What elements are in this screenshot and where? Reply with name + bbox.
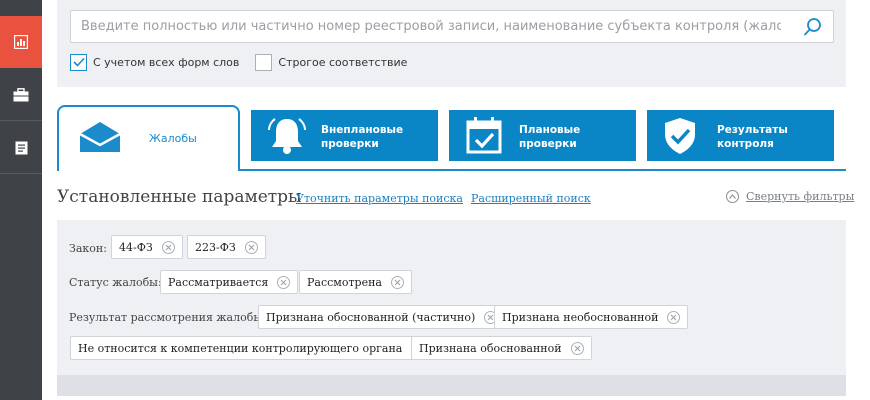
filter-chip-label: Признана необоснованной [502, 310, 659, 324]
sidebar-item-cases[interactable] [0, 69, 42, 121]
applied-filters-panel: Закон: 44-ФЗ 223-ФЗ Статус жалобы: Рассм… [57, 220, 846, 396]
remove-filter-icon[interactable] [570, 341, 584, 355]
checkmark-icon [72, 57, 85, 67]
strict-match-label: Строгое соответствие [278, 55, 408, 69]
report-icon [14, 35, 28, 49]
params-title: Установленные параметры [57, 187, 302, 207]
filter-panel-footer [57, 375, 846, 396]
tab-results-label: Результаты контроля [717, 124, 788, 150]
filter-chip-label: Рассмотрена [307, 275, 382, 289]
refine-search-link[interactable]: Уточнить параметры поиска [296, 192, 463, 205]
left-sidebar [0, 0, 42, 400]
remove-filter-icon[interactable] [161, 240, 175, 254]
shield-check-icon [665, 118, 695, 154]
filter-chip: 223-ФЗ [187, 235, 266, 259]
law-filter-label: Закон: [69, 242, 107, 255]
all-word-forms-checkbox[interactable] [70, 53, 87, 71]
briefcase-icon [13, 87, 29, 101]
tab-complaints-label: Жалобы [149, 132, 197, 145]
chevron-up-icon [726, 190, 739, 203]
filter-chip: Не относится к компетенции контролирующе… [70, 336, 433, 360]
filter-chip-label: Рассматривается [168, 275, 269, 289]
status-filter-label: Статус жалобы: [69, 276, 162, 289]
filter-chip-label: Не относится к компетенции контролирующе… [78, 341, 403, 355]
search-panel: С учетом всех форм слов Строгое соответс… [57, 0, 846, 87]
tab-unscheduled-inspections[interactable]: Внеплановые проверки [251, 110, 438, 161]
tab-control-results[interactable]: Результаты контроля [647, 110, 834, 161]
all-word-forms-label: С учетом всех форм слов [93, 55, 240, 69]
tab-scheduled-inspections[interactable]: Плановые проверки [449, 110, 636, 161]
remove-filter-icon[interactable] [391, 275, 404, 289]
filter-chip: 44-ФЗ [111, 235, 183, 259]
collapse-filters-label: Свернуть фильтры [746, 190, 855, 203]
tab-underline [239, 169, 846, 171]
search-box [70, 10, 834, 43]
filter-chip: Рассмотрена [299, 270, 412, 294]
sidebar-item-reports[interactable] [0, 16, 42, 68]
filter-chip: Рассматривается [160, 270, 299, 294]
collapse-filters-link[interactable]: Свернуть фильтры [726, 190, 854, 203]
remove-filter-icon[interactable] [277, 275, 291, 289]
document-icon [15, 141, 27, 154]
tab-complaints[interactable]: Жалобы [57, 105, 240, 171]
search-icon[interactable] [803, 17, 823, 37]
filter-chip: Признана обоснованной (частично) [258, 305, 506, 329]
filter-chip: Признана необоснованной [494, 305, 689, 329]
filter-chip-label: 223-ФЗ [195, 240, 236, 254]
filter-chip-label: Признана обоснованной (частично) [266, 310, 476, 324]
result-filter-label: Результат рассмотрения жалобы: [69, 311, 266, 324]
sidebar-item-documents[interactable] [0, 122, 42, 174]
advanced-search-link[interactable]: Расширенный поиск [471, 192, 591, 205]
remove-filter-icon[interactable] [244, 240, 258, 254]
filter-chip-label: 44-ФЗ [119, 240, 153, 254]
remove-filter-icon[interactable] [667, 310, 681, 324]
tab-unscheduled-label: Внеплановые проверки [321, 124, 404, 150]
calendar-check-icon [466, 117, 502, 154]
bell-icon [268, 118, 306, 154]
envelope-icon [79, 122, 121, 152]
search-input[interactable] [81, 11, 781, 42]
search-options: С учетом всех форм слов Строгое соответс… [70, 53, 423, 71]
filter-chip: Признана обоснованной [411, 336, 592, 360]
strict-match-checkbox[interactable] [255, 53, 273, 71]
category-tabs: Жалобы Внеплановые проверки Плановые про… [57, 105, 846, 173]
tab-scheduled-label: Плановые проверки [519, 124, 581, 150]
filter-chip-label: Признана обоснованной [419, 341, 562, 355]
